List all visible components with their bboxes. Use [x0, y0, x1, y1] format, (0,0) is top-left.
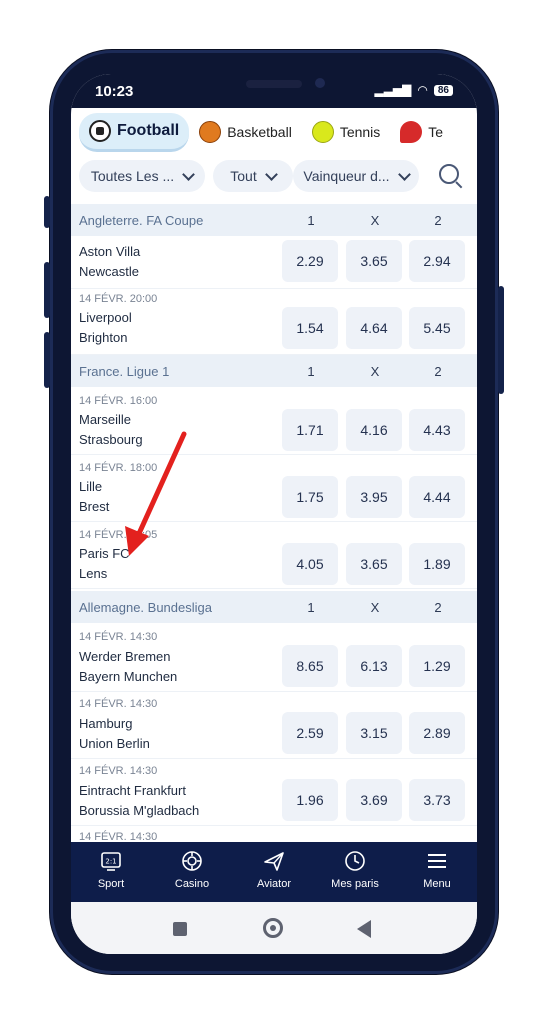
phone-side-button: [44, 262, 50, 318]
red-arrow-annotation: [125, 431, 187, 556]
phone-side-button: [498, 286, 504, 394]
phone-side-button: [44, 196, 50, 228]
screen: 10:23 ▂▃▅▇ ◠ 86 Football Basketball Tenn…: [71, 74, 477, 954]
phone-side-button: [44, 332, 50, 388]
